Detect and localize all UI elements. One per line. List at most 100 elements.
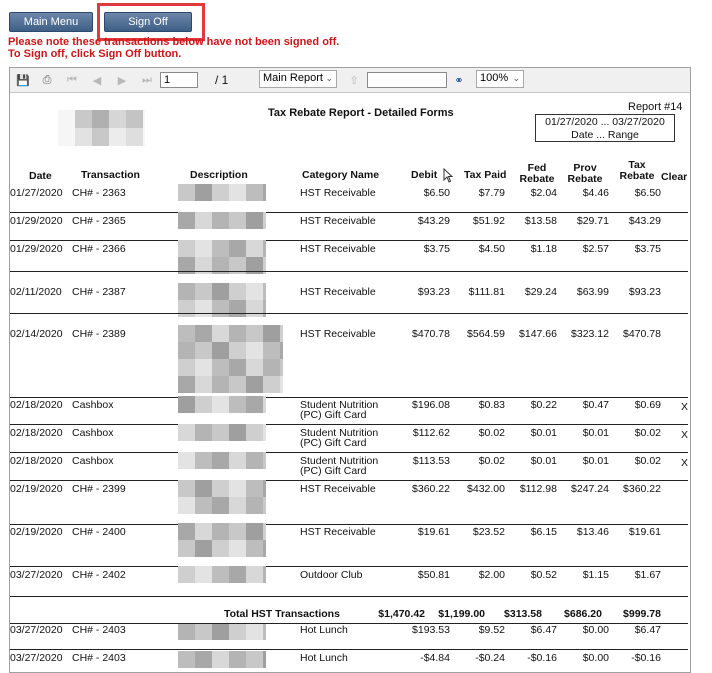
row-clear-mark: X xyxy=(681,401,689,413)
row-date: 02/18/2020 xyxy=(10,455,63,467)
header-date: Date xyxy=(29,170,52,182)
row-date: 02/19/2020 xyxy=(10,483,63,495)
row-divider xyxy=(10,480,688,481)
row-date: 02/18/2020 xyxy=(10,399,63,411)
row-transaction: CH# - 2366 xyxy=(72,243,126,255)
notice-line-2: To Sign off, click Sign Off button. xyxy=(8,48,182,60)
description-blurred xyxy=(178,396,266,413)
row-tax-rebate: $470.78 xyxy=(623,328,661,340)
main-menu-button[interactable]: Main Menu xyxy=(9,12,93,32)
row-fed-rebate: $2.04 xyxy=(530,187,557,199)
school-logo-blurred xyxy=(58,110,145,146)
header-fed-rebate: Fed Rebate xyxy=(519,162,555,185)
row-fed-rebate: $0.22 xyxy=(530,399,557,411)
total-label: Total HST Transactions xyxy=(224,608,340,620)
first-page-icon[interactable]: ⏮ xyxy=(65,73,79,87)
report-select-value: Main Report xyxy=(263,72,323,84)
header-debit: Debit xyxy=(411,169,438,181)
row-divider xyxy=(10,397,688,398)
row-date: 03/27/2020 xyxy=(10,624,63,636)
row-transaction: Cashbox xyxy=(72,399,114,411)
row-divider xyxy=(10,452,688,453)
row-tax-rebate: $0.69 xyxy=(634,399,661,411)
report-page: Tax Rebate Report - Detailed Forms Repor… xyxy=(10,93,690,672)
row-prov-rebate: $1.15 xyxy=(582,569,609,581)
row-date: 02/18/2020 xyxy=(10,427,63,439)
description-blurred xyxy=(178,623,266,640)
prev-page-icon[interactable]: ◀ xyxy=(90,73,104,87)
description-blurred xyxy=(178,283,266,317)
row-fed-rebate: $1.18 xyxy=(530,243,557,255)
row-fed-rebate: $6.15 xyxy=(530,526,557,538)
zoom-select[interactable]: 100% ⌄ xyxy=(476,70,524,88)
row-tax-rebate: $3.75 xyxy=(634,243,661,255)
notice-line-1: Please note these transactions below hav… xyxy=(8,36,340,48)
header-clear: Clear xyxy=(661,171,688,183)
row-tax-rebate: -$0.16 xyxy=(631,652,661,664)
description-blurred xyxy=(178,480,266,514)
page-number-input[interactable] xyxy=(160,72,198,88)
row-category-line2: (PC) Gift Card xyxy=(300,437,367,449)
row-date: 03/27/2020 xyxy=(10,652,63,664)
row-clear-mark: X xyxy=(681,429,689,441)
row-category-line2: (PC) Gift Card xyxy=(300,409,367,421)
row-transaction: CH# - 2363 xyxy=(72,187,126,199)
header-tax-rebate: Tax Rebate xyxy=(619,159,655,182)
row-divider xyxy=(10,649,688,650)
row-transaction: CH# - 2387 xyxy=(72,286,126,298)
row-date: 03/27/2020 xyxy=(10,569,63,581)
row-transaction: CH# - 2403 xyxy=(72,624,126,636)
description-blurred xyxy=(178,212,266,229)
row-tax-rebate: $0.02 xyxy=(634,427,661,439)
row-tax-rebate: $0.02 xyxy=(634,455,661,467)
row-transaction: Cashbox xyxy=(72,455,114,467)
row-tax-rebate: $43.29 xyxy=(628,215,661,227)
row-clear-mark: X xyxy=(681,457,689,469)
row-fed-rebate: -$0.16 xyxy=(527,652,557,664)
row-date: 01/27/2020 xyxy=(10,187,63,199)
row-prov-rebate: $0.00 xyxy=(582,624,609,636)
description-blurred xyxy=(178,452,266,469)
up-level-icon[interactable]: ⇧ xyxy=(347,73,361,87)
header-prov-rebate: Prov Rebate xyxy=(567,162,603,185)
search-input[interactable] xyxy=(367,72,447,88)
row-date: 02/11/2020 xyxy=(10,286,62,298)
row-prov-rebate: $29.71 xyxy=(576,215,609,227)
row-tax-rebate: $360.22 xyxy=(623,483,661,495)
total-tax-paid: $1,199.00 xyxy=(438,608,485,620)
description-blurred xyxy=(178,523,266,557)
row-divider xyxy=(10,212,688,213)
last-page-icon[interactable]: ⏭ xyxy=(140,73,154,87)
row-prov-rebate: $0.47 xyxy=(582,399,609,411)
row-prov-rebate: $13.46 xyxy=(576,526,609,538)
row-prov-rebate: $247.24 xyxy=(571,483,609,495)
header-category: Category Name xyxy=(302,169,380,181)
description-blurred xyxy=(178,325,283,393)
row-date: 01/29/2020 xyxy=(10,215,63,227)
date-range-box: 01/27/2020 ... 03/27/2020 Date ... Range xyxy=(535,114,675,142)
row-fed-rebate: $0.01 xyxy=(530,427,557,439)
binoculars-icon[interactable]: ⚭ xyxy=(452,73,466,87)
print-icon[interactable]: ⎙ xyxy=(40,73,54,87)
description-blurred xyxy=(178,566,266,583)
row-transaction: Cashbox xyxy=(72,427,114,439)
total-tax-rebate: $999.78 xyxy=(623,608,661,620)
row-prov-rebate: $0.01 xyxy=(582,455,609,467)
row-fed-rebate: $0.01 xyxy=(530,455,557,467)
description-blurred xyxy=(178,651,266,668)
row-fed-rebate: $29.24 xyxy=(524,286,557,298)
export-icon[interactable]: 💾 xyxy=(16,73,30,87)
row-prov-rebate: $4.46 xyxy=(582,187,609,199)
next-page-icon[interactable]: ▶ xyxy=(115,73,129,87)
header-description: Description xyxy=(190,169,248,181)
description-blurred xyxy=(178,184,266,201)
row-divider xyxy=(10,524,688,525)
date-range-label: Date ... Range xyxy=(571,129,639,141)
row-transaction: CH# - 2403 xyxy=(72,652,126,664)
row-prov-rebate: $323.12 xyxy=(571,328,609,340)
total-prov-rebate: $686.20 xyxy=(564,608,602,620)
chevron-down-icon: ⌄ xyxy=(325,73,333,83)
mouse-cursor-icon xyxy=(443,168,453,183)
row-divider xyxy=(10,566,688,567)
report-select[interactable]: Main Report ⌄ xyxy=(259,70,337,88)
